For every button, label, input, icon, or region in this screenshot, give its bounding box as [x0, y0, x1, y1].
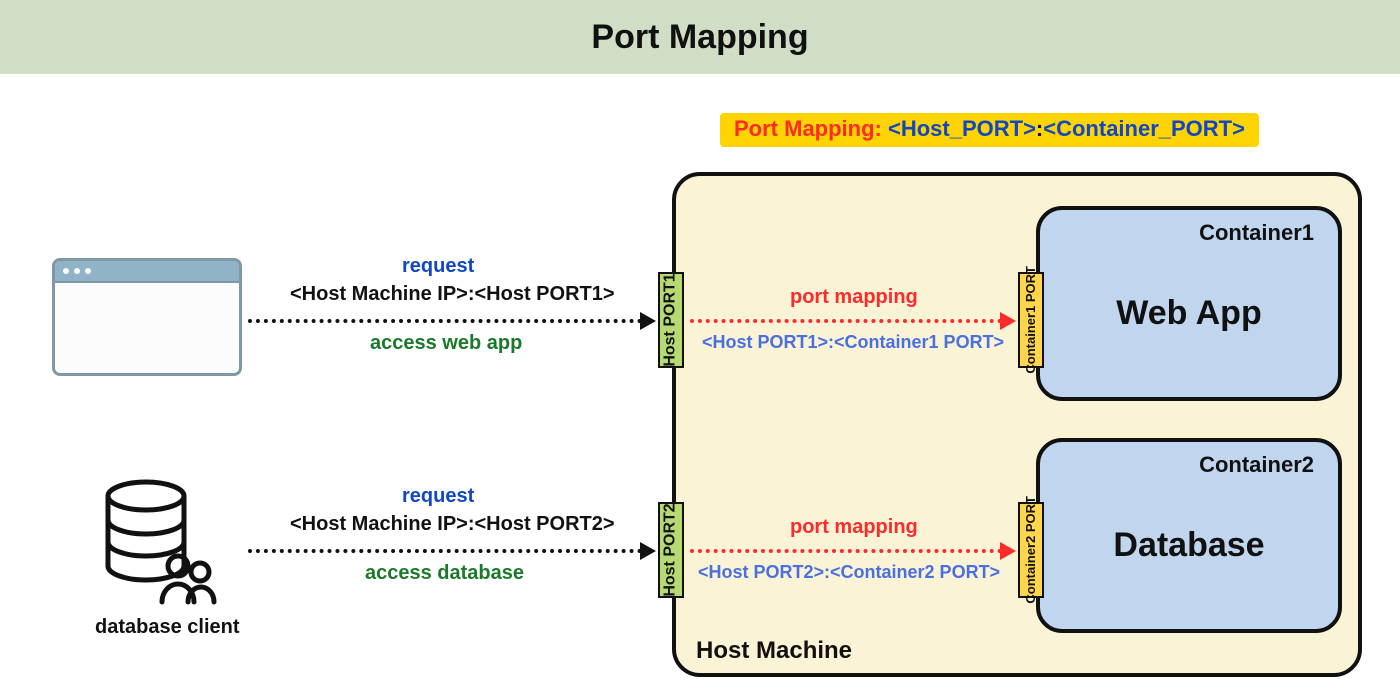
- host-port-1-label: Host PORT1: [663, 273, 679, 366]
- database-client-caption: database client: [95, 616, 240, 639]
- purpose-1: access web app: [370, 332, 522, 355]
- container-1-box: Container1 Web App: [1036, 206, 1342, 401]
- container-2-port-tab: Container2 PORT: [1018, 502, 1044, 598]
- browser-client-icon: [52, 258, 242, 376]
- syntax-host: <Host_PORT>: [888, 116, 1036, 141]
- database-client-icon: [100, 478, 220, 613]
- container-1-app: Web App: [1116, 294, 1261, 333]
- container-1-label: Container1: [1199, 220, 1314, 246]
- syntax-prefix: Port Mapping:: [734, 116, 888, 141]
- container-1-port-label: Container1 PORT: [1024, 266, 1038, 374]
- title-bar: Port Mapping: [0, 0, 1400, 74]
- syntax-container: <Container_PORT>: [1043, 116, 1245, 141]
- container-2-app: Database: [1113, 526, 1264, 565]
- purpose-2: access database: [365, 562, 524, 585]
- mapping-value-2: <Host PORT2>:<Container2 PORT>: [698, 562, 1000, 583]
- browser-titlebar-icon: [55, 261, 239, 283]
- syntax-highlight: Port Mapping: <Host_PORT>:<Container_POR…: [720, 113, 1259, 147]
- mapping-value-1: <Host PORT1>:<Container1 PORT>: [702, 332, 1004, 353]
- host-port-2-label: Host PORT2: [663, 503, 679, 596]
- container-2-port-label: Container2 PORT: [1024, 496, 1038, 604]
- container-2-box: Container2 Database: [1036, 438, 1342, 633]
- address-2: <Host Machine IP>:<Host PORT2>: [290, 513, 615, 536]
- host-port-2-tab: Host PORT2: [658, 502, 684, 598]
- request-label-1: request: [402, 255, 474, 278]
- diagram: Port Mapping Port Mapping: <Host_PORT>:<…: [0, 0, 1400, 700]
- container-2-label: Container2: [1199, 452, 1314, 478]
- address-1: <Host Machine IP>:<Host PORT1>: [290, 283, 615, 306]
- host-machine-label: Host Machine: [696, 637, 852, 665]
- mapping-label-1: port mapping: [790, 286, 918, 309]
- request-label-2: request: [402, 485, 474, 508]
- host-machine-box: Host Machine Container1 Web App Containe…: [672, 172, 1362, 677]
- host-port-1-tab: Host PORT1: [658, 272, 684, 368]
- container-1-port-tab: Container1 PORT: [1018, 272, 1044, 368]
- mapping-label-2: port mapping: [790, 516, 918, 539]
- page-title: Port Mapping: [591, 18, 808, 57]
